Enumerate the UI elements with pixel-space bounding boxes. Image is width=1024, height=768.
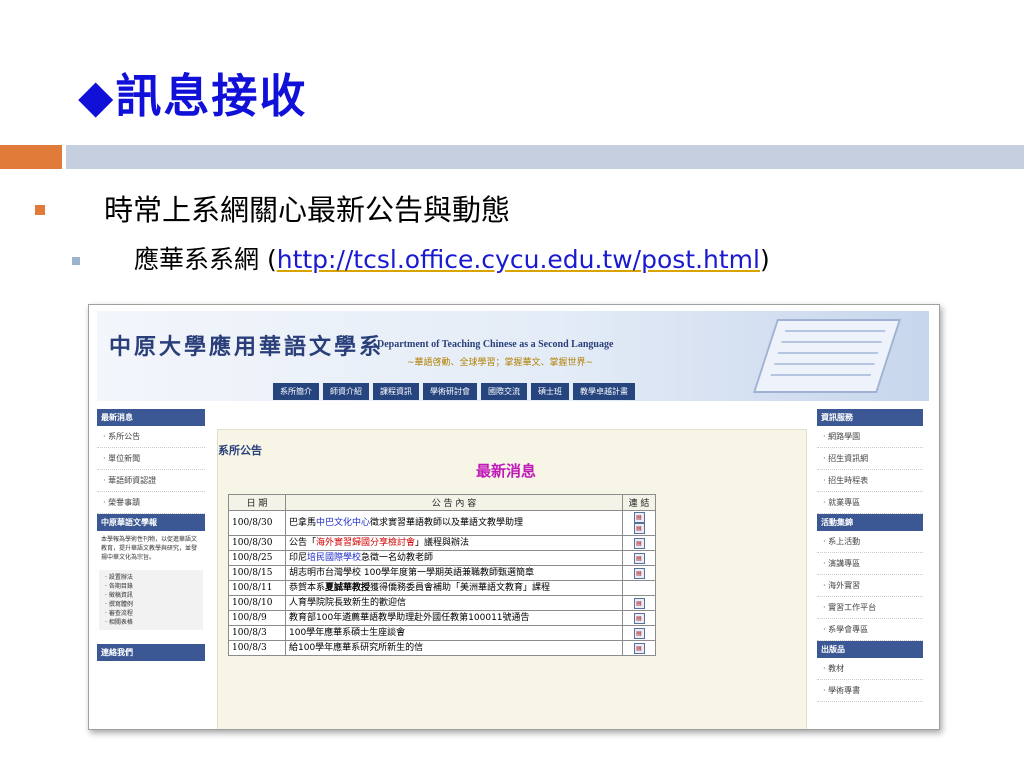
doc-icon[interactable]: ▤ [633,567,645,579]
news-header: 最新消息 [97,409,205,426]
journal-header: 中原華語文學報 [97,514,205,531]
sidebar-link[interactable]: · 教材 [817,658,923,680]
pdf-icon[interactable]: ▤ [633,597,645,609]
table-row: 100/8/3 100學年應華系碩士生座談會 ▤ [228,625,656,641]
site-nav: 系所簡介 師資介紹 課程資訊 學術研討會 國際交流 碩士班 教學卓越計畫 [273,383,635,400]
activity-header: 活動集錦 [817,514,923,531]
table-row: 100/8/15 胡志明市台灣學校 100學年度第一學期英語兼職教師甄選簡章 ▤ [228,565,656,581]
journal-link[interactable]: · 相關表格 [105,618,197,627]
sidebar-link[interactable]: · 系上活動 [817,531,923,553]
column-header-content: 公 告 內 容 [285,494,623,511]
doc-icon[interactable]: ▤ [633,642,645,654]
website-screenshot: 中原大學應用華語文學系 Department of Teaching Chine… [88,304,940,730]
announcement-link[interactable]: 人育學院院長致新生的歡迎信 [285,595,623,611]
doc-icon[interactable]: ▤ [633,627,645,639]
website-link[interactable]: http://tcsl.office.cycu.edu.tw/post.html [277,245,760,274]
table-row: 100/8/3 給100學年應華系研究所新生的信 ▤ [228,640,656,656]
doc-icon[interactable]: ▤ [633,612,645,624]
doc-icon[interactable]: ▤ [633,537,645,549]
table-row: 100/8/25 印尼培民國際學校急徵一名幼教老師 ▤ [228,550,656,566]
site-banner: 中原大學應用華語文學系 Department of Teaching Chine… [97,311,929,401]
sub-bullet-label: 應華系系網 [134,245,260,274]
site-name-chinese: 中原大學應用華語文學系 [109,334,385,360]
right-sidebar: 資訊服務 · 網路學園 · 招生資訊網 · 招生時程表 · 就業專區 活動集錦 … [817,409,923,702]
journal-links: · 設置辦法 · 各期目錄 · 徵稿資訊 · 撰寫體例 · 審查流程 · 相關表… [99,570,203,630]
announcement-link[interactable]: 巴拿馬中巴文化中心徵求實習華語教師以及華語文教學助理 [285,510,623,536]
table-row: 100/8/9 教育部100年遴薦華語教學助理赴外國任教第100011號通告 ▤ [228,610,656,626]
left-sidebar: 最新消息 · 系所公告 · 單位新聞 · 華語師資認證 · 榮譽事蹟 中原華語文… [97,409,205,661]
nav-conference[interactable]: 學術研討會 [423,383,477,400]
nav-teaching-plan[interactable]: 教學卓越計畫 [573,383,635,400]
announcement-link[interactable]: 教育部100年遴薦華語教學助理赴外國任教第100011號通告 [285,610,623,626]
announcement-link[interactable]: 給100學年應華系研究所新生的信 [285,640,623,656]
site-slogan: ~華語啓動、全球學習；掌握華文、掌握世界~ [407,358,594,368]
sidebar-link[interactable]: · 實習工作平台 [817,597,923,619]
journal-link[interactable]: · 撰寫體例 [105,600,197,609]
slide-title: ◆訊息接收 [78,69,308,123]
news-title: 最新消息 [476,462,537,480]
contact-header[interactable]: 連絡我們 [97,644,205,661]
site-name-english: Department of Teaching Chinese as a Seco… [377,339,614,350]
sidebar-link[interactable]: · 就業專區 [817,492,923,514]
announcement-link[interactable]: 100學年應華系碩士生座談會 [285,625,623,641]
column-header-link: 連 結 [622,494,656,511]
bullet-text: 時常上系網關心最新公告與動態 [104,193,511,227]
nav-courses[interactable]: 課程資訊 [373,383,419,400]
info-header: 資訊服務 [817,409,923,426]
announcement-table: 日 期 公 告 內 容 連 結 100/8/30 巴拿馬中巴文化中心徵求實習華語… [228,494,656,656]
table-row: 100/8/30 公告「海外實習歸國分享檢討會」議程與辦法 ▤ [228,535,656,551]
sidebar-link[interactable]: · 招生資訊網 [817,448,923,470]
sub-bullet-marker [72,257,80,265]
pdf-icon[interactable]: ▤ [633,512,645,523]
journal-link[interactable]: · 設置辦法 [105,573,197,582]
sidebar-link[interactable]: · 學術專書 [817,680,923,702]
table-row: 100/8/30 巴拿馬中巴文化中心徵求實習華語教師以及華語文教學助理 ▤ ▤ [228,510,656,536]
announcement-link[interactable]: 公告「海外實習歸國分享檢討會」議程與辦法 [285,535,623,551]
sidebar-link[interactable]: · 華語師資認證 [97,470,205,492]
section-title: 系所公告 [218,444,262,457]
journal-link[interactable]: · 徵稿資訊 [105,591,197,600]
announcement-panel: 系所公告 最新消息 日 期 公 告 內 容 連 結 100/8/30 巴拿馬中巴… [217,429,807,729]
sidebar-link[interactable]: · 招生時程表 [817,470,923,492]
doc-icon[interactable]: ▤ [633,523,645,534]
announcement-link[interactable]: 胡志明市台灣學校 100學年度第一學期英語兼職教師甄選簡章 [285,565,623,581]
nav-international[interactable]: 國際交流 [481,383,527,400]
announcement-link[interactable]: 恭賀本系夏誠華教授獲得僑務委員會補助「美洲華語文教育」課程 [285,580,623,596]
journal-link[interactable]: · 各期目錄 [105,582,197,591]
nav-faculty[interactable]: 師資介紹 [323,383,369,400]
journal-blurb: 本學報為學術性刊物，以促進華語文教育，提升華語文教學與研究，並發揚中華文化為宗旨… [101,536,198,561]
title-underline-orange [0,145,62,169]
journal-link[interactable]: · 審查流程 [105,609,197,618]
title-underline-blue [66,145,1024,169]
pdf-icon[interactable]: ▤ [633,552,645,564]
sidebar-link[interactable]: · 系學會專區 [817,619,923,641]
sidebar-link[interactable]: · 網路學園 [817,426,923,448]
announcement-link[interactable]: 印尼培民國際學校急徵一名幼教老師 [285,550,623,566]
column-header-date: 日 期 [228,494,286,511]
sidebar-link[interactable]: · 演講專區 [817,553,923,575]
document-graphic-icon [752,319,902,393]
publication-header: 出版品 [817,641,923,658]
bullet-marker [35,205,45,215]
nav-about[interactable]: 系所簡介 [273,383,319,400]
nav-masters[interactable]: 碩士班 [531,383,569,400]
table-row: 100/8/10 人育學院院長致新生的歡迎信 ▤ [228,595,656,611]
sidebar-link[interactable]: · 系所公告 [97,426,205,448]
sidebar-link[interactable]: · 榮譽事蹟 [97,492,205,514]
sidebar-link[interactable]: · 海外實習 [817,575,923,597]
sub-bullet: 應華系系網 (http://tcsl.office.cycu.edu.tw/po… [134,245,770,274]
table-row: 100/8/11 恭賀本系夏誠華教授獲得僑務委員會補助「美洲華語文教育」課程 [228,580,656,596]
sidebar-link[interactable]: · 單位新聞 [97,448,205,470]
